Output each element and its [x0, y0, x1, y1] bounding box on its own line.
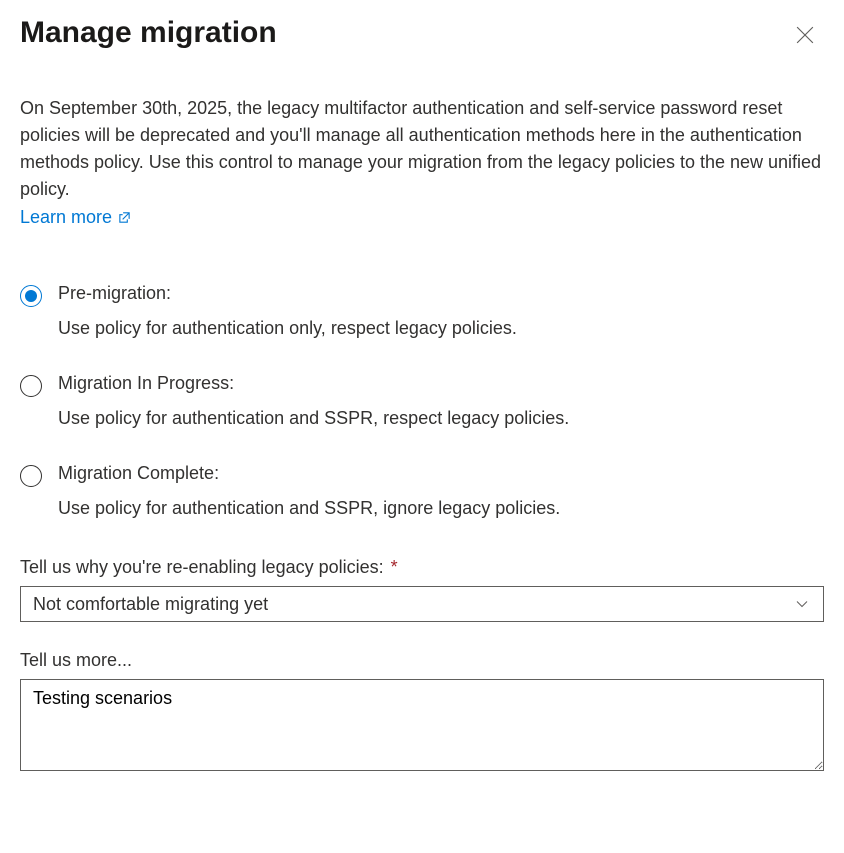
tell-us-more-label: Tell us more...: [20, 650, 824, 671]
radio-label: Pre-migration:: [58, 283, 824, 304]
close-icon: [796, 26, 814, 44]
radio-indicator: [20, 285, 42, 307]
chevron-down-icon: [795, 597, 809, 611]
radio-indicator: [20, 375, 42, 397]
radio-option-migration-complete[interactable]: Migration Complete: Use policy for authe…: [20, 463, 824, 519]
radio-label: Migration In Progress:: [58, 373, 824, 394]
reason-field: Tell us why you're re-enabling legacy po…: [20, 557, 824, 622]
radio-text: Migration In Progress: Use policy for au…: [58, 373, 824, 429]
close-button[interactable]: [792, 22, 818, 48]
open-external-icon: [118, 211, 131, 224]
radio-description: Use policy for authentication and SSPR, …: [58, 408, 824, 429]
radio-description: Use policy for authentication and SSPR, …: [58, 498, 824, 519]
dialog-title: Manage migration: [20, 16, 277, 50]
radio-text: Migration Complete: Use policy for authe…: [58, 463, 824, 519]
tell-us-more-field: Tell us more...: [20, 650, 824, 776]
dialog-description: On September 30th, 2025, the legacy mult…: [20, 95, 824, 203]
reason-select[interactable]: Not comfortable migrating yet: [20, 586, 824, 622]
radio-text: Pre-migration: Use policy for authentica…: [58, 283, 824, 339]
tell-us-more-textarea[interactable]: [20, 679, 824, 771]
radio-indicator: [20, 465, 42, 487]
migration-state-radio-group: Pre-migration: Use policy for authentica…: [20, 283, 824, 519]
learn-more-label: Learn more: [20, 207, 112, 228]
reason-field-label-text: Tell us why you're re-enabling legacy po…: [20, 557, 384, 577]
radio-description: Use policy for authentication only, resp…: [58, 318, 824, 339]
dialog-header: Manage migration: [20, 16, 824, 50]
required-marker: *: [391, 557, 398, 577]
radio-option-pre-migration[interactable]: Pre-migration: Use policy for authentica…: [20, 283, 824, 339]
reason-field-label: Tell us why you're re-enabling legacy po…: [20, 557, 824, 578]
radio-option-migration-in-progress[interactable]: Migration In Progress: Use policy for au…: [20, 373, 824, 429]
radio-label: Migration Complete:: [58, 463, 824, 484]
reason-select-value: Not comfortable migrating yet: [33, 594, 268, 615]
learn-more-link[interactable]: Learn more: [20, 207, 131, 228]
